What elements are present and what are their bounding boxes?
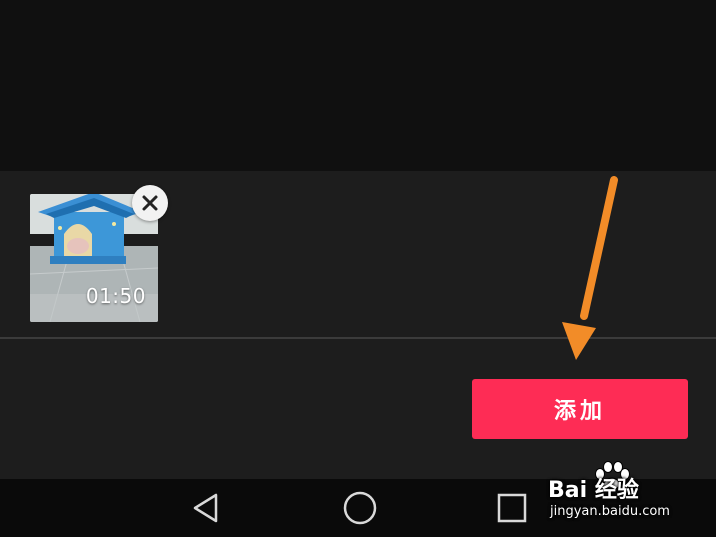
triangle-back-icon [193, 493, 218, 523]
orange-arrow-annotation-icon [562, 176, 618, 360]
nav-back-button[interactable] [166, 479, 246, 537]
close-icon [142, 195, 158, 211]
nav-recents-button[interactable] [472, 479, 552, 537]
video-picker-screen: 01:50 添加 Bai 经验 jingyan.baidu.com [0, 0, 716, 537]
baidu-jingyan-watermark: Bai 经验 jingyan.baidu.com [548, 460, 708, 526]
watermark-brand-text: Bai 经验 [548, 478, 639, 503]
video-duration-label: 01:50 [85, 284, 146, 308]
watermark-url-text: jingyan.baidu.com [550, 504, 670, 519]
remove-video-button[interactable] [132, 185, 168, 221]
square-recents-icon [497, 493, 527, 523]
circle-home-icon [343, 491, 377, 525]
preview-area [0, 0, 716, 171]
nav-home-button[interactable] [320, 479, 400, 537]
add-button[interactable]: 添加 [472, 379, 688, 439]
